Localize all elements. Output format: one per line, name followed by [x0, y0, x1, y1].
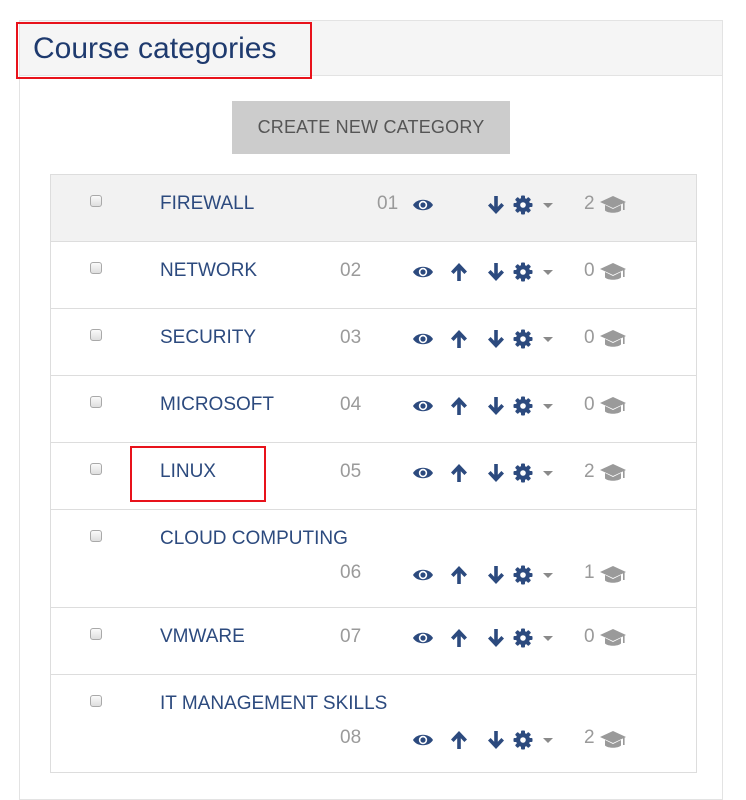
gear-icon[interactable] — [512, 627, 534, 649]
gear-icon[interactable] — [512, 564, 534, 586]
category-name[interactable]: NETWORK — [160, 260, 257, 282]
gear-icon[interactable] — [512, 462, 534, 484]
gear-icon[interactable] — [512, 194, 534, 216]
course-count: 0 — [584, 394, 595, 415]
category-row-cloud-computing: CLOUD COMPUTING 06 1 — [51, 510, 696, 608]
course-count: 2 — [584, 461, 595, 482]
eye-icon[interactable] — [412, 462, 434, 484]
category-idnumber: 01 — [377, 193, 399, 214]
arrow-up-icon[interactable] — [448, 462, 470, 484]
category-row-it-management-skills: IT MANAGEMENT SKILLS 08 2 — [51, 675, 696, 773]
category-name[interactable]: LINUX — [160, 461, 216, 483]
category-row-linux: LINUX 05 2 — [51, 443, 696, 510]
category-name[interactable]: CLOUD COMPUTING — [160, 528, 348, 550]
category-idnumber: 07 — [340, 626, 362, 647]
caret-down-icon[interactable] — [541, 729, 555, 751]
caret-down-icon[interactable] — [541, 328, 555, 350]
category-row-firewall: FIREWALL 01 2 — [51, 175, 696, 242]
category-checkbox[interactable] — [90, 396, 102, 408]
category-checkbox[interactable] — [90, 195, 102, 207]
arrow-up-icon[interactable] — [448, 395, 470, 417]
category-idnumber: 06 — [340, 562, 362, 583]
caret-down-icon[interactable] — [541, 261, 555, 283]
category-idnumber: 08 — [340, 727, 362, 748]
category-name[interactable]: VMWARE — [160, 626, 245, 648]
arrow-up-icon[interactable] — [448, 729, 470, 751]
course-count: 2 — [584, 727, 595, 748]
arrow-down-icon[interactable] — [485, 729, 507, 751]
page-title: Course categories — [33, 32, 277, 65]
gear-icon[interactable] — [512, 729, 534, 751]
arrow-up-icon[interactable] — [448, 627, 470, 649]
category-idnumber: 02 — [340, 260, 362, 281]
arrow-down-icon[interactable] — [485, 627, 507, 649]
graduation-cap-icon — [599, 328, 627, 350]
gear-icon[interactable] — [512, 261, 534, 283]
course-count: 0 — [584, 260, 595, 281]
category-name[interactable]: MICROSOFT — [160, 394, 274, 416]
graduation-cap-icon — [599, 261, 627, 283]
category-checkbox[interactable] — [90, 695, 102, 707]
category-name[interactable]: IT MANAGEMENT SKILLS — [160, 693, 387, 715]
arrow-down-icon[interactable] — [485, 261, 507, 283]
arrow-down-icon[interactable] — [485, 564, 507, 586]
arrow-down-icon[interactable] — [485, 395, 507, 417]
category-row-network: NETWORK 02 0 — [51, 242, 696, 309]
eye-icon[interactable] — [412, 328, 434, 350]
graduation-cap-icon — [599, 564, 627, 586]
graduation-cap-icon — [599, 194, 627, 216]
graduation-cap-icon — [599, 395, 627, 417]
eye-icon[interactable] — [412, 194, 434, 216]
create-new-category-button[interactable]: CREATE NEW CATEGORY — [232, 101, 510, 154]
caret-down-icon[interactable] — [541, 462, 555, 484]
category-row-vmware: VMWARE 07 0 — [51, 608, 696, 675]
course-count: 1 — [584, 562, 595, 583]
arrow-up-icon[interactable] — [448, 328, 470, 350]
category-checkbox[interactable] — [90, 329, 102, 341]
category-checkbox[interactable] — [90, 628, 102, 640]
caret-down-icon[interactable] — [541, 627, 555, 649]
category-idnumber: 04 — [340, 394, 362, 415]
eye-icon[interactable] — [412, 564, 434, 586]
category-checkbox[interactable] — [90, 530, 102, 542]
caret-down-icon[interactable] — [541, 395, 555, 417]
category-list: FIREWALL 01 2 NETWORK 02 0 SECURITY 03 0 MICROSOF… — [50, 174, 697, 773]
category-idnumber: 05 — [340, 461, 362, 482]
category-checkbox[interactable] — [90, 262, 102, 274]
eye-icon[interactable] — [412, 395, 434, 417]
gear-icon[interactable] — [512, 328, 534, 350]
category-row-microsoft: MICROSOFT 04 0 — [51, 376, 696, 443]
arrow-up-icon[interactable] — [448, 261, 470, 283]
eye-icon[interactable] — [412, 729, 434, 751]
category-idnumber: 03 — [340, 327, 362, 348]
arrow-down-icon[interactable] — [485, 328, 507, 350]
caret-down-icon[interactable] — [541, 564, 555, 586]
graduation-cap-icon — [599, 462, 627, 484]
graduation-cap-icon — [599, 627, 627, 649]
arrow-down-icon[interactable] — [485, 194, 507, 216]
course-count: 0 — [584, 626, 595, 647]
category-name[interactable]: FIREWALL — [160, 193, 254, 215]
caret-down-icon[interactable] — [541, 194, 555, 216]
category-name[interactable]: SECURITY — [160, 327, 256, 349]
category-checkbox[interactable] — [90, 463, 102, 475]
gear-icon[interactable] — [512, 395, 534, 417]
course-count: 0 — [584, 327, 595, 348]
course-count: 2 — [584, 193, 595, 214]
eye-icon[interactable] — [412, 261, 434, 283]
arrow-down-icon[interactable] — [485, 462, 507, 484]
graduation-cap-icon — [599, 729, 627, 751]
category-row-security: SECURITY 03 0 — [51, 309, 696, 376]
arrow-up-icon[interactable] — [448, 564, 470, 586]
eye-icon[interactable] — [412, 627, 434, 649]
